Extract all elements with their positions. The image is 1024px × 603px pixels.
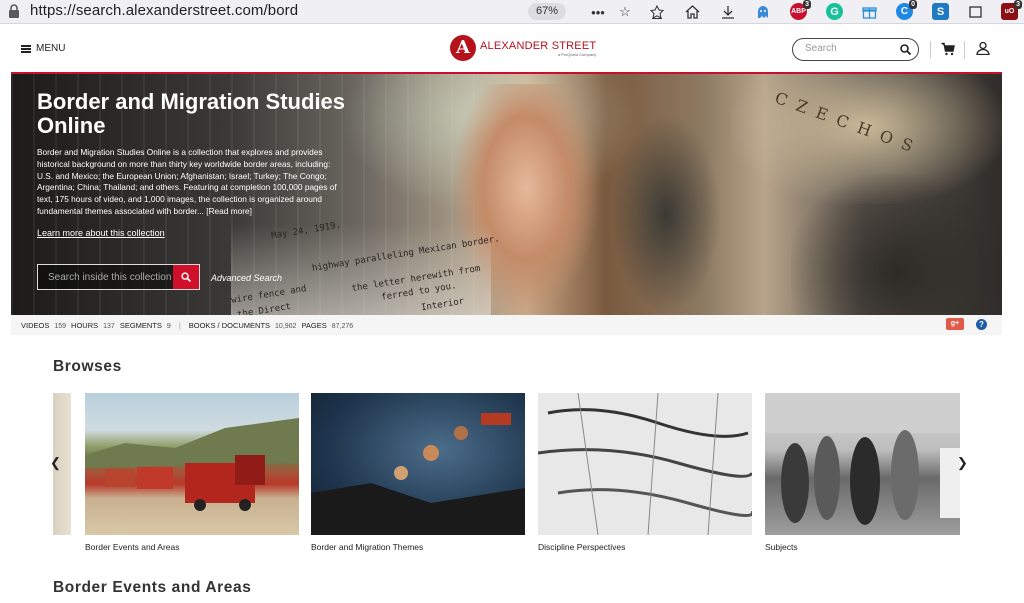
zoom-level[interactable]: 67%: [528, 3, 567, 20]
cart-icon[interactable]: [941, 42, 955, 56]
stat-label[interactable]: SEGMENTS: [120, 321, 162, 330]
doc-line: wire fence and: [230, 284, 308, 306]
header-divider: [930, 41, 931, 59]
help-icon[interactable]: ?: [976, 319, 987, 330]
hamburger-icon: [21, 44, 31, 53]
doc-line: May 24, 1919.: [270, 220, 342, 242]
stat-value: 87,276: [331, 323, 354, 330]
collection-search-input[interactable]: [48, 272, 173, 283]
women-illustration: [765, 393, 960, 525]
ghost-extension-icon[interactable]: [754, 3, 772, 21]
stat-label[interactable]: HOURS: [71, 321, 98, 330]
site-search: [792, 38, 919, 61]
boat-illustration: [311, 413, 525, 535]
browse-label: Discipline Perspectives: [538, 542, 626, 552]
carousel-next-icon[interactable]: ❯: [957, 456, 968, 470]
browse-card[interactable]: Border Events and Areas: [85, 393, 299, 552]
collection-stats: VIDEOS 159 HOURS 137 SEGMENTS 9 | BOOKS …: [11, 315, 1002, 335]
trucks-illustration: [85, 418, 299, 511]
skype-icon[interactable]: S: [932, 3, 949, 20]
advanced-search-link[interactable]: Advanced Search: [211, 273, 282, 283]
collection-search: [37, 264, 200, 290]
browse-label: Subjects: [765, 542, 798, 552]
stat-label[interactable]: VIDEOS: [21, 321, 49, 330]
browse-label: Border and Migration Themes: [311, 542, 424, 552]
logo-name: ALEXANDER STREET: [480, 39, 597, 52]
bookmark-star-icon[interactable]: ☆: [616, 3, 634, 21]
stat-label[interactable]: PAGES: [301, 321, 326, 330]
doc-line: Interior: [420, 296, 465, 314]
site-search-input[interactable]: [805, 43, 895, 54]
migrant-image: [611, 114, 721, 315]
browser-toolbar: https://search.alexanderstreet.com/bord …: [0, 0, 1024, 24]
map-text: CZECHOS: [772, 88, 925, 159]
section-heading: Border Events and Areas: [53, 579, 252, 596]
google-plus-icon[interactable]: g+: [946, 318, 964, 330]
stat-value: 9: [166, 323, 171, 330]
menu-label: MENU: [36, 43, 66, 54]
home-icon[interactable]: [683, 3, 701, 21]
adblock-plus-icon[interactable]: ABP 3: [790, 0, 811, 20]
menu-button[interactable]: MENU: [21, 43, 65, 54]
stat-separator: |: [178, 321, 181, 330]
pocket-icon[interactable]: C0: [896, 0, 917, 20]
address-bar[interactable]: https://search.alexanderstreet.com/bord: [30, 2, 298, 19]
stat-value: 137: [103, 323, 115, 330]
stat-value: 159: [54, 323, 67, 330]
lock-icon: [9, 4, 19, 18]
document-image: May 24, 1919. highway paralleling Mexica…: [230, 220, 500, 315]
more-actions-icon[interactable]: •••: [589, 3, 607, 21]
gift-icon[interactable]: [861, 3, 878, 20]
browse-image: [538, 393, 752, 535]
ublock-icon[interactable]: uO 3: [1001, 0, 1022, 20]
crowd-image: [791, 174, 1002, 315]
browse-image: [85, 393, 299, 535]
header-divider: [964, 41, 965, 59]
collection-description: Border and Migration Studies Online is a…: [37, 147, 337, 216]
logo[interactable]: ALEXANDER STREET a ProQuest Company: [450, 35, 596, 61]
collection-title: Border and Migration Studies Online: [37, 89, 346, 138]
carousel-prev-icon[interactable]: ❮: [50, 456, 61, 470]
browses-heading: Browses: [53, 358, 122, 375]
download-icon[interactable]: [719, 3, 737, 21]
learn-more-link[interactable]: Learn more about this collection: [37, 228, 165, 238]
logo-tagline: a ProQuest Company: [557, 51, 597, 57]
search-icon: [181, 272, 191, 282]
browse-card[interactable]: Discipline Perspectives: [538, 393, 752, 552]
browse-card[interactable]: Subjects: [765, 393, 960, 552]
logo-mark-icon: [450, 35, 476, 61]
grammarly-icon[interactable]: G: [826, 3, 843, 20]
user-icon[interactable]: [976, 41, 990, 55]
browse-image: [311, 393, 525, 535]
collection-search-button[interactable]: [173, 265, 199, 289]
browse-card[interactable]: Border and Migration Themes: [311, 393, 525, 552]
bookmarks-icon[interactable]: [648, 3, 666, 21]
map-illustration: [538, 393, 752, 535]
window-icon[interactable]: [966, 3, 984, 21]
search-icon[interactable]: [900, 44, 911, 55]
browse-image: [765, 393, 960, 535]
stat-value: 10,902: [275, 323, 297, 330]
browse-label: Border Events and Areas: [85, 542, 180, 552]
stat-label[interactable]: BOOKS / DOCUMENTS: [189, 321, 270, 330]
site-header: MENU ALEXANDER STREET a ProQuest Company: [0, 25, 1024, 73]
